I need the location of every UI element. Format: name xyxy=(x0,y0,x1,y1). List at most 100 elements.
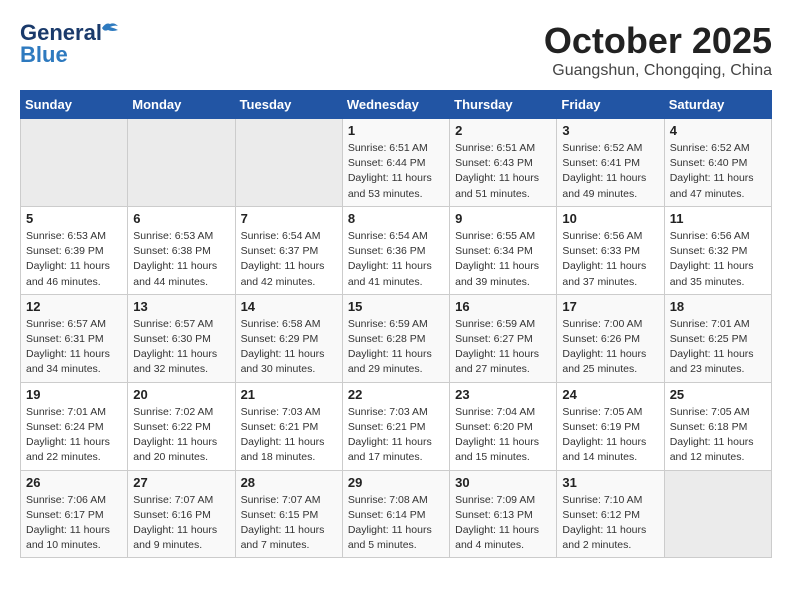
day-number: 4 xyxy=(670,123,766,138)
calendar-week-row: 5 Sunrise: 6:53 AMSunset: 6:39 PMDaylight… xyxy=(21,206,772,294)
calendar-cell: 29Sunrise: 7:08 AMSunset: 6:14 PMDayligh… xyxy=(342,470,449,558)
calendar-week-row: 26Sunrise: 7:06 AMSunset: 6:17 PMDayligh… xyxy=(21,470,772,558)
calendar-cell: 3 Sunrise: 6:52 AMSunset: 6:41 PMDaylight… xyxy=(557,119,664,207)
calendar-cell: 26Sunrise: 7:06 AMSunset: 6:17 PMDayligh… xyxy=(21,470,128,558)
calendar-cell: 23Sunrise: 7:04 AMSunset: 6:20 PMDayligh… xyxy=(450,382,557,470)
day-info: Sunrise: 7:07 AMSunset: 6:15 PMDaylight:… xyxy=(241,493,337,554)
day-info: Sunrise: 7:08 AMSunset: 6:14 PMDaylight:… xyxy=(348,493,444,554)
day-info: Sunrise: 7:07 AMSunset: 6:16 PMDaylight:… xyxy=(133,493,229,554)
weekday-header-sunday: Sunday xyxy=(21,91,128,119)
day-number: 25 xyxy=(670,387,766,402)
weekday-header-tuesday: Tuesday xyxy=(235,91,342,119)
calendar-cell: 13Sunrise: 6:57 AMSunset: 6:30 PMDayligh… xyxy=(128,294,235,382)
day-info: Sunrise: 7:02 AMSunset: 6:22 PMDaylight:… xyxy=(133,405,229,466)
month-title: October 2025 xyxy=(544,20,772,62)
day-info: Sunrise: 6:59 AMSunset: 6:28 PMDaylight:… xyxy=(348,317,444,378)
calendar-table: SundayMondayTuesdayWednesdayThursdayFrid… xyxy=(20,90,772,558)
day-number: 17 xyxy=(562,299,658,314)
day-info: Sunrise: 7:01 AMSunset: 6:24 PMDaylight:… xyxy=(26,405,122,466)
calendar-cell: 10 Sunrise: 6:56 AMSunset: 6:33 PMDayligh… xyxy=(557,206,664,294)
logo: General Blue xyxy=(20,20,102,68)
day-info: Sunrise: 7:00 AMSunset: 6:26 PMDaylight:… xyxy=(562,317,658,378)
day-info: Sunrise: 7:05 AMSunset: 6:18 PMDaylight:… xyxy=(670,405,766,466)
day-number: 5 xyxy=(26,211,122,226)
day-number: 13 xyxy=(133,299,229,314)
location-title: Guangshun, Chongqing, China xyxy=(544,62,772,80)
calendar-cell: 11 Sunrise: 6:56 AMSunset: 6:32 PMDayligh… xyxy=(664,206,771,294)
calendar-cell: 12Sunrise: 6:57 AMSunset: 6:31 PMDayligh… xyxy=(21,294,128,382)
day-info: Sunrise: 7:04 AMSunset: 6:20 PMDaylight:… xyxy=(455,405,551,466)
day-info: Sunrise: 6:58 AMSunset: 6:29 PMDaylight:… xyxy=(241,317,337,378)
calendar-cell xyxy=(21,119,128,207)
day-number: 27 xyxy=(133,475,229,490)
day-number: 7 xyxy=(241,211,337,226)
day-info: Sunrise: 6:53 AMSunset: 6:39 PMDaylight:… xyxy=(26,229,122,290)
calendar-cell: 24Sunrise: 7:05 AMSunset: 6:19 PMDayligh… xyxy=(557,382,664,470)
calendar-cell: 5 Sunrise: 6:53 AMSunset: 6:39 PMDaylight… xyxy=(21,206,128,294)
calendar-cell xyxy=(128,119,235,207)
day-number: 10 xyxy=(562,211,658,226)
calendar-cell: 15 Sunrise: 6:59 AMSunset: 6:28 PMDayligh… xyxy=(342,294,449,382)
calendar-cell: 18 Sunrise: 7:01 AMSunset: 6:25 PMDayligh… xyxy=(664,294,771,382)
calendar-cell: 8 Sunrise: 6:54 AMSunset: 6:36 PMDaylight… xyxy=(342,206,449,294)
day-number: 21 xyxy=(241,387,337,402)
day-info: Sunrise: 6:56 AMSunset: 6:33 PMDaylight:… xyxy=(562,229,658,290)
calendar-cell: 2 Sunrise: 6:51 AMSunset: 6:43 PMDaylight… xyxy=(450,119,557,207)
calendar-cell xyxy=(235,119,342,207)
title-block: October 2025 Guangshun, Chongqing, China xyxy=(544,20,772,80)
calendar-cell: 22 Sunrise: 7:03 AMSunset: 6:21 PMDayligh… xyxy=(342,382,449,470)
calendar-cell xyxy=(664,470,771,558)
day-number: 6 xyxy=(133,211,229,226)
calendar-cell: 17 Sunrise: 7:00 AMSunset: 6:26 PMDayligh… xyxy=(557,294,664,382)
day-number: 16 xyxy=(455,299,551,314)
day-info: Sunrise: 6:52 AMSunset: 6:41 PMDaylight:… xyxy=(562,141,658,202)
day-number: 24 xyxy=(562,387,658,402)
day-info: Sunrise: 7:09 AMSunset: 6:13 PMDaylight:… xyxy=(455,493,551,554)
day-number: 3 xyxy=(562,123,658,138)
calendar-cell: 31 Sunrise: 7:10 AMSunset: 6:12 PMDayligh… xyxy=(557,470,664,558)
day-info: Sunrise: 6:56 AMSunset: 6:32 PMDaylight:… xyxy=(670,229,766,290)
weekday-header-monday: Monday xyxy=(128,91,235,119)
calendar-cell: 4 Sunrise: 6:52 AMSunset: 6:40 PMDaylight… xyxy=(664,119,771,207)
day-info: Sunrise: 7:03 AMSunset: 6:21 PMDaylight:… xyxy=(348,405,444,466)
day-number: 9 xyxy=(455,211,551,226)
day-number: 18 xyxy=(670,299,766,314)
calendar-cell: 19 Sunrise: 7:01 AMSunset: 6:24 PMDayligh… xyxy=(21,382,128,470)
calendar-cell: 27 Sunrise: 7:07 AMSunset: 6:16 PMDayligh… xyxy=(128,470,235,558)
day-info: Sunrise: 6:52 AMSunset: 6:40 PMDaylight:… xyxy=(670,141,766,202)
weekday-header-wednesday: Wednesday xyxy=(342,91,449,119)
day-info: Sunrise: 7:10 AMSunset: 6:12 PMDaylight:… xyxy=(562,493,658,554)
calendar-cell: 25 Sunrise: 7:05 AMSunset: 6:18 PMDayligh… xyxy=(664,382,771,470)
calendar-cell: 6Sunrise: 6:53 AMSunset: 6:38 PMDaylight… xyxy=(128,206,235,294)
day-number: 2 xyxy=(455,123,551,138)
calendar-cell: 14 Sunrise: 6:58 AMSunset: 6:29 PMDayligh… xyxy=(235,294,342,382)
day-info: Sunrise: 6:55 AMSunset: 6:34 PMDaylight:… xyxy=(455,229,551,290)
logo-bird-icon xyxy=(100,18,120,38)
day-number: 19 xyxy=(26,387,122,402)
calendar-cell: 28Sunrise: 7:07 AMSunset: 6:15 PMDayligh… xyxy=(235,470,342,558)
day-info: Sunrise: 7:03 AMSunset: 6:21 PMDaylight:… xyxy=(241,405,337,466)
day-number: 20 xyxy=(133,387,229,402)
weekday-header-friday: Friday xyxy=(557,91,664,119)
calendar-cell: 30 Sunrise: 7:09 AMSunset: 6:13 PMDayligh… xyxy=(450,470,557,558)
day-info: Sunrise: 6:54 AMSunset: 6:36 PMDaylight:… xyxy=(348,229,444,290)
day-number: 30 xyxy=(455,475,551,490)
day-info: Sunrise: 6:51 AMSunset: 6:44 PMDaylight:… xyxy=(348,141,444,202)
calendar-cell: 21 Sunrise: 7:03 AMSunset: 6:21 PMDayligh… xyxy=(235,382,342,470)
day-number: 8 xyxy=(348,211,444,226)
day-number: 11 xyxy=(670,211,766,226)
day-number: 31 xyxy=(562,475,658,490)
day-number: 22 xyxy=(348,387,444,402)
calendar-cell: 9 Sunrise: 6:55 AMSunset: 6:34 PMDaylight… xyxy=(450,206,557,294)
day-number: 14 xyxy=(241,299,337,314)
logo-general: General xyxy=(20,20,102,45)
day-info: Sunrise: 6:51 AMSunset: 6:43 PMDaylight:… xyxy=(455,141,551,202)
calendar-week-row: 1Sunrise: 6:51 AMSunset: 6:44 PMDaylight… xyxy=(21,119,772,207)
calendar-cell: 7Sunrise: 6:54 AMSunset: 6:37 PMDaylight… xyxy=(235,206,342,294)
calendar-week-row: 19 Sunrise: 7:01 AMSunset: 6:24 PMDayligh… xyxy=(21,382,772,470)
weekday-header-thursday: Thursday xyxy=(450,91,557,119)
calendar-cell: 20 Sunrise: 7:02 AMSunset: 6:22 PMDayligh… xyxy=(128,382,235,470)
day-info: Sunrise: 7:01 AMSunset: 6:25 PMDaylight:… xyxy=(670,317,766,378)
day-number: 12 xyxy=(26,299,122,314)
day-number: 15 xyxy=(348,299,444,314)
